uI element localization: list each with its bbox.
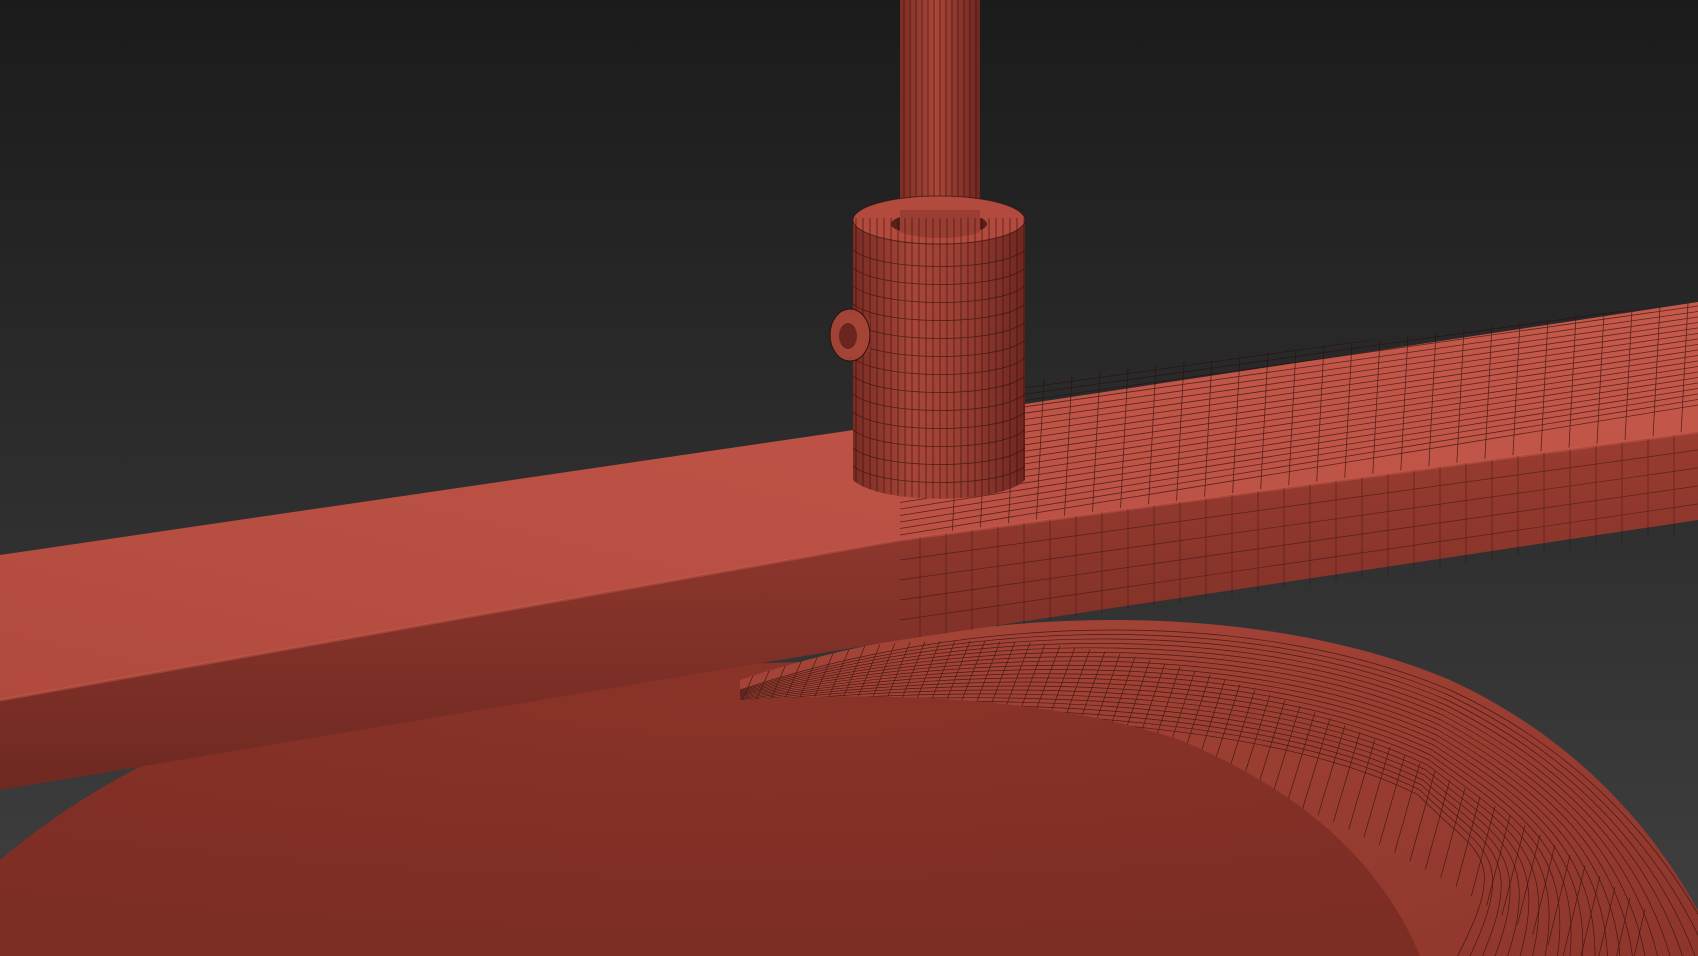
3d-viewport[interactable]	[0, 0, 1698, 956]
collar-mesh[interactable]	[852, 195, 1026, 501]
collar-body	[853, 218, 1025, 499]
rod-mesh[interactable]	[900, 0, 980, 225]
viewport-canvas[interactable]	[0, 0, 1698, 956]
set-screw-mesh[interactable]	[829, 308, 871, 362]
set-screw-hole	[839, 323, 857, 349]
